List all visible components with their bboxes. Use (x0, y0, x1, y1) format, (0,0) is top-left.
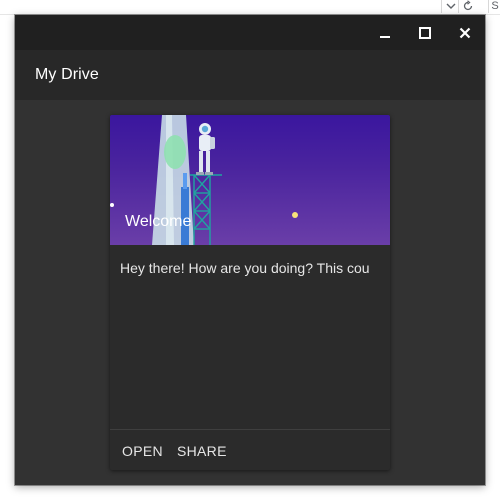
title-bar (15, 15, 485, 50)
minimize-icon (380, 36, 390, 38)
welcome-card: Welcome Hey there! How are you doing? Th… (110, 115, 390, 470)
close-icon (459, 27, 471, 39)
chevron-down-icon[interactable] (441, 0, 459, 13)
app-window: My Drive Welcome Hey there! How are you … (15, 15, 485, 485)
main-content: Welcome Hey there! How are you doing? Th… (15, 100, 485, 485)
card-actions: OPEN SHARE (110, 430, 390, 470)
share-button[interactable]: SHARE (177, 430, 227, 470)
edge-label: S (488, 0, 500, 13)
card-title: Welcome (125, 213, 192, 230)
maximize-button[interactable] (411, 21, 439, 45)
app-title: My Drive (35, 66, 99, 83)
card-media-illustration: Welcome (110, 115, 390, 245)
card-body-text: Hey there! How are you doing? This cou (120, 260, 370, 276)
app-toolbar: My Drive (15, 50, 485, 100)
minimize-button[interactable] (371, 21, 399, 45)
open-button[interactable]: OPEN (122, 430, 163, 470)
browser-chrome: S (0, 0, 500, 15)
close-button[interactable] (451, 21, 479, 45)
refresh-icon[interactable] (458, 0, 476, 13)
maximize-icon (419, 27, 431, 39)
